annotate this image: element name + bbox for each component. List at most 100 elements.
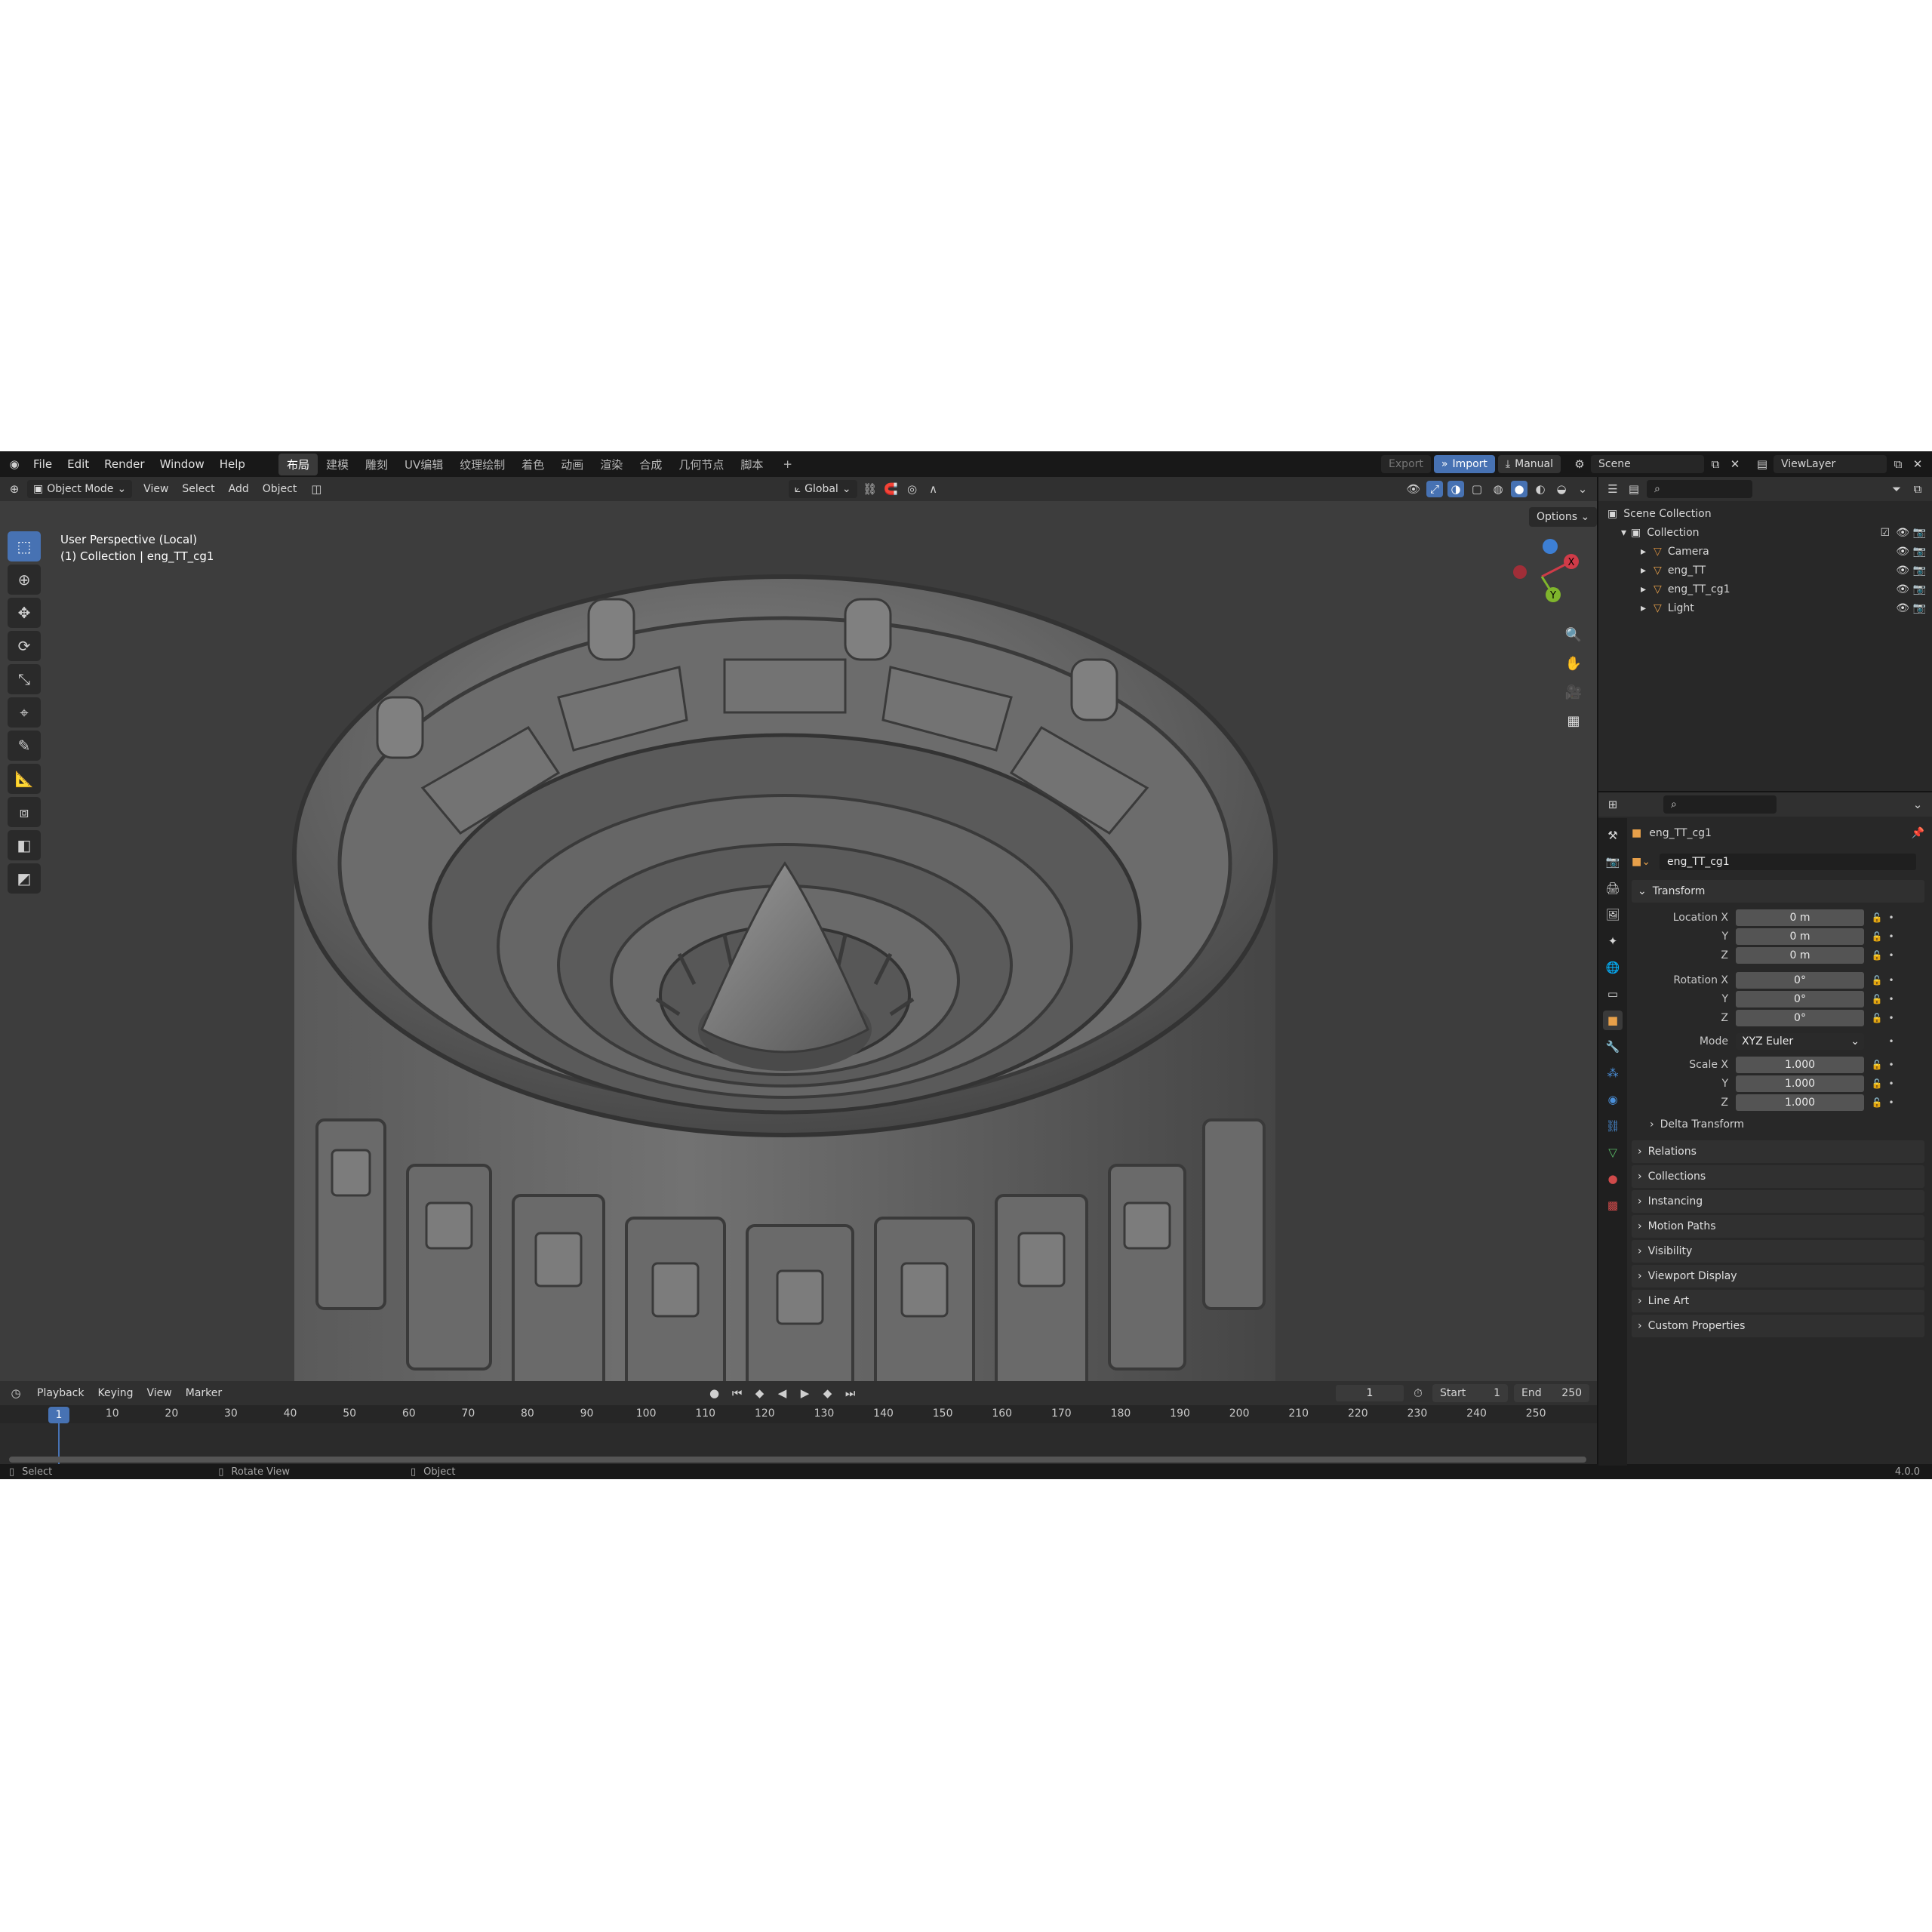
next-keyframe-icon[interactable]: ◆ <box>820 1385 836 1401</box>
view-layer-icon[interactable]: ▤ <box>1754 456 1770 472</box>
outliner-editor-icon[interactable]: ☰ <box>1604 481 1621 497</box>
options-dropdown[interactable]: Options ⌄ <box>1529 507 1597 527</box>
workspace-tab-1[interactable]: 建模 <box>318 454 357 475</box>
overlay-toggle-icon[interactable]: ◑ <box>1447 481 1464 497</box>
prev-keyframe-icon[interactable]: ◆ <box>752 1385 768 1401</box>
end-frame-field[interactable]: End 250 <box>1514 1384 1590 1402</box>
viewport-menu-object[interactable]: Object <box>256 481 304 497</box>
chevron-right-icon[interactable]: ▸ <box>1641 565 1646 577</box>
outliner-item-eng_tt_cg1[interactable]: ▸ ▽ eng_TT_cg1 👁 📷 <box>1598 580 1932 598</box>
world-tab-icon[interactable]: 🌐 <box>1603 958 1623 977</box>
panel-viewport-display[interactable]: › Viewport Display <box>1632 1265 1924 1287</box>
collection-checkbox[interactable]: ☑ <box>1880 527 1890 539</box>
keyframe-dot-icon[interactable]: • <box>1885 1078 1897 1089</box>
scale-y-field[interactable]: 1.000 <box>1736 1075 1864 1092</box>
lock-icon[interactable]: 🔓 <box>1869 1060 1885 1070</box>
scene-icon[interactable]: ⚙ <box>1571 456 1588 472</box>
3d-viewport[interactable]: ⬚ ⊕ ✥ ⟳ ⤡ ⌖ ✎ 📐 ⧈ ◧ ◩ User Perspective (… <box>0 501 1597 1381</box>
menu-file[interactable]: File <box>26 454 60 474</box>
panel-line-art[interactable]: › Line Art <box>1632 1290 1924 1312</box>
datablock-icon[interactable]: ■⌄ <box>1632 856 1651 868</box>
transform-tool-icon[interactable]: ⌖ <box>8 697 41 728</box>
location-z-field[interactable]: 0 m <box>1736 946 1864 964</box>
current-frame-field[interactable]: 1 <box>1336 1385 1404 1401</box>
outliner-item-light[interactable]: ▸ ▽ Light 👁 📷 <box>1598 598 1932 617</box>
data-tab-icon[interactable]: ▽ <box>1603 1143 1623 1162</box>
viewport-menu-view[interactable]: View <box>137 481 175 497</box>
new-collection-icon[interactable]: ⧉ <box>1909 481 1926 497</box>
outliner-item-camera[interactable]: ▸ ▽ Camera 👁 📷 <box>1598 542 1932 561</box>
outliner-item-eng_tt[interactable]: ▸ ▽ eng_TT 👁 📷 <box>1598 561 1932 580</box>
constraints-tab-icon[interactable]: ⛓ <box>1603 1116 1623 1136</box>
outliner-search-input[interactable]: ⌕ <box>1647 480 1752 498</box>
gizmo-toggle-icon[interactable]: ⤢ <box>1426 481 1443 497</box>
properties-search-input[interactable]: ⌕ <box>1663 795 1777 814</box>
cursor-tool-icon[interactable]: ⊕ <box>8 565 41 595</box>
panel-motion-paths[interactable]: › Motion Paths <box>1632 1215 1924 1238</box>
camera-render-icon[interactable]: 📷 <box>1913 583 1926 595</box>
shading-options-icon[interactable]: ⌄ <box>1574 481 1591 497</box>
workspace-tab-4[interactable]: 纹理绘制 <box>451 454 513 475</box>
measure-tool-icon[interactable]: 📐 <box>8 764 41 794</box>
lock-icon[interactable]: 🔓 <box>1869 1097 1885 1108</box>
camera-render-icon[interactable]: 📷 <box>1913 565 1926 577</box>
move-tool-icon[interactable]: ✥ <box>8 598 41 628</box>
scene-selector[interactable]: Scene <box>1591 455 1704 473</box>
workspace-tab-6[interactable]: 动画 <box>552 454 592 475</box>
lock-icon[interactable]: 🔓 <box>1869 994 1885 1004</box>
workspace-tab-3[interactable]: UV编辑 <box>396 454 451 475</box>
keyframe-dot-icon[interactable]: • <box>1885 1097 1897 1108</box>
frame-ruler[interactable]: 1 10 20 30 40 50 60 70 80 90 100 110 120 130 140 150 16… <box>0 1405 1597 1423</box>
select-tool-icon[interactable]: ⬚ <box>8 531 41 561</box>
ortho-grid-icon[interactable]: ▦ <box>1561 708 1586 734</box>
keyframe-area[interactable] <box>0 1423 1597 1464</box>
annotate-tool-icon[interactable]: ✎ <box>8 731 41 761</box>
lock-icon[interactable]: 🔓 <box>1869 950 1885 961</box>
blender-logo-icon[interactable]: ◉ <box>6 456 23 472</box>
lock-icon[interactable]: 🔓 <box>1869 931 1885 942</box>
workspace-tab-5[interactable]: 着色 <box>513 454 552 475</box>
falloff-icon[interactable]: ∧ <box>925 481 942 497</box>
gizmo-neg-x-icon[interactable] <box>1513 565 1527 579</box>
timeline-editor-icon[interactable]: ◷ <box>8 1385 24 1401</box>
camera-render-icon[interactable]: 📷 <box>1913 546 1926 558</box>
start-frame-field[interactable]: Start 1 <box>1432 1384 1509 1402</box>
render-tab-icon[interactable]: 📷 <box>1603 852 1623 872</box>
chevron-right-icon[interactable]: ▸ <box>1641 583 1646 595</box>
texture-tab-icon[interactable]: ▩ <box>1603 1195 1623 1215</box>
timeline-scrollbar[interactable] <box>9 1457 1586 1463</box>
workspace-tab-0[interactable]: 布局 <box>278 453 318 475</box>
eye-icon[interactable]: 👁 <box>1896 583 1909 595</box>
scale-tool-icon[interactable]: ⤡ <box>8 664 41 694</box>
add-workspace-button[interactable]: + <box>774 454 801 474</box>
keyframe-dot-icon[interactable]: • <box>1885 931 1897 942</box>
timeline-menu-view[interactable]: View <box>140 1385 179 1401</box>
keyframe-dot-icon[interactable]: • <box>1885 994 1897 1004</box>
camera-view-icon[interactable]: 🎥 <box>1561 679 1586 705</box>
properties-editor-icon[interactable]: ⊞ <box>1604 796 1621 813</box>
location-y-field[interactable]: 0 m <box>1736 928 1864 945</box>
lock-icon[interactable]: 🔓 <box>1869 1078 1885 1089</box>
rendered-shading-icon[interactable]: ◒ <box>1553 481 1570 497</box>
camera-render-icon[interactable]: 📷 <box>1913 527 1926 539</box>
location-x-field[interactable]: 0 m <box>1736 909 1864 926</box>
menu-edit[interactable]: Edit <box>60 454 97 474</box>
add-cube-tool-icon[interactable]: ⧈ <box>8 797 41 827</box>
object-tab-icon[interactable]: ■ <box>1603 1011 1623 1030</box>
tool-tab-icon[interactable]: ⚒ <box>1603 826 1623 845</box>
rotation-mode-dropdown[interactable]: XYZ Euler ⌄ <box>1736 1032 1864 1050</box>
play-icon[interactable]: ▶ <box>797 1385 814 1401</box>
keyframe-dot-icon[interactable]: • <box>1885 950 1897 961</box>
workspace-tab-7[interactable]: 渲染 <box>592 454 631 475</box>
panel-instancing[interactable]: › Instancing <box>1632 1190 1924 1213</box>
rotation-y-field[interactable]: 0° <box>1736 990 1864 1008</box>
pivot-icon[interactable]: ⛓ <box>862 481 878 497</box>
viewport-menu-add[interactable]: Add <box>222 481 256 497</box>
panel-custom-properties[interactable]: › Custom Properties <box>1632 1315 1924 1337</box>
menu-render[interactable]: Render <box>97 454 152 474</box>
workspace-tab-10[interactable]: 脚本 <box>732 454 771 475</box>
keyframe-dot-icon[interactable]: • <box>1885 975 1897 986</box>
new-view-layer-icon[interactable]: ⧉ <box>1890 456 1906 472</box>
solid-shading-icon[interactable]: ● <box>1511 481 1527 497</box>
material-shading-icon[interactable]: ◐ <box>1532 481 1549 497</box>
